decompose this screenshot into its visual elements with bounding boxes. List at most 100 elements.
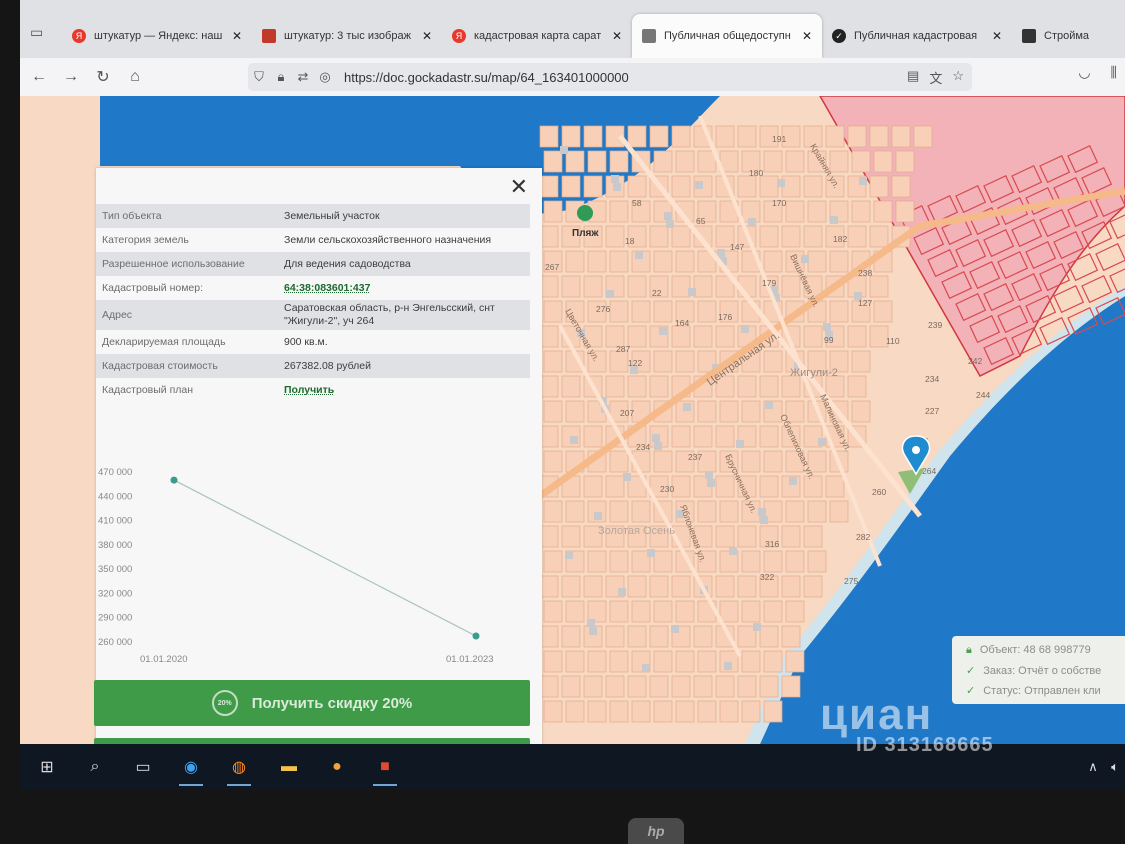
tab-3[interactable]: Я кадастровая карта сарат ✕ [442, 14, 632, 58]
tab-6[interactable]: Стройма [1012, 14, 1102, 58]
reload-icon[interactable]: ↻ [90, 64, 116, 90]
discount-button-label: Получить скидку 20% [251, 694, 413, 712]
building [717, 249, 725, 257]
task-view-icon[interactable]: ▭ [128, 752, 158, 782]
site-icon [1022, 29, 1036, 43]
tab-list-icon[interactable]: ▭ [30, 24, 48, 42]
attribute-value: Земли сельскохозяйственного назначения [284, 233, 492, 246]
land-parcel [609, 450, 629, 473]
location-icon[interactable]: ◎ [314, 69, 336, 85]
building [565, 551, 573, 559]
address-bar[interactable]: ⛉ 🔒︎ ⇄ ◎ https://doc.gockadastr.su/map/6… [248, 63, 972, 91]
land-parcel [803, 575, 823, 598]
y-tick-label: 470 000 [98, 467, 132, 478]
attribute-row: Кадастровая стоимость 267382.08 рублей [96, 354, 530, 378]
file-explorer-icon[interactable]: ▬ [274, 752, 304, 782]
tab-5[interactable]: ✓ Публичная кадастровая ✕ [822, 14, 1012, 58]
attribute-key: Адрес [102, 309, 133, 321]
land-parcel [807, 200, 827, 223]
close-tab-icon[interactable]: ✕ [612, 29, 622, 43]
pocket-icon[interactable]: ◡ [1078, 64, 1090, 81]
land-parcel [759, 475, 779, 498]
tab-4-active[interactable]: Публичная общедоступн ✕ [632, 14, 822, 58]
land-parcel [781, 225, 801, 248]
volume-icon[interactable]: 🔈︎ [1100, 752, 1125, 782]
land-parcel [913, 125, 933, 148]
land-parcel [693, 425, 713, 448]
powerpoint-icon[interactable]: ■ [370, 752, 400, 786]
land-parcel [583, 275, 603, 298]
land-parcel [759, 675, 779, 698]
land-parcel [543, 500, 563, 523]
plot-number: 276 [596, 304, 610, 314]
land-parcel [627, 575, 647, 598]
windows-start-icon[interactable]: ⊞ [32, 752, 62, 782]
close-tab-icon[interactable]: ✕ [232, 29, 242, 43]
bookmark-star-icon[interactable]: ☆ [952, 68, 964, 87]
shield-icon[interactable]: ⛉ [248, 69, 270, 85]
land-parcel [539, 225, 559, 248]
translate-icon[interactable]: 文 [929, 68, 942, 87]
forward-arrow-icon[interactable]: → [58, 64, 84, 90]
edge-browser-icon[interactable]: ◉ [176, 752, 206, 786]
close-tab-icon[interactable]: ✕ [992, 29, 1002, 43]
land-parcel [583, 575, 603, 598]
building [859, 177, 867, 185]
app-orange-icon[interactable]: ● [322, 752, 352, 782]
tab-1[interactable]: Я штукатур — Яндекс: наш ✕ [62, 14, 252, 58]
land-parcel [719, 400, 739, 423]
close-tab-icon[interactable]: ✕ [802, 29, 812, 43]
attribute-key: Разрешенное использование [102, 258, 245, 270]
land-parcel [847, 125, 867, 148]
land-parcel [807, 500, 827, 523]
back-arrow-icon[interactable]: ← [26, 64, 52, 90]
library-icon[interactable]: ⫼ [1111, 64, 1117, 81]
tab-2[interactable]: штукатур: 3 тыс изображ ✕ [252, 14, 442, 58]
url-text[interactable]: https://doc.gockadastr.su/map/64_1634010… [344, 70, 629, 85]
beach-poi-icon [577, 205, 593, 221]
get-discount-button[interactable]: 20% Получить скидку 20% [94, 680, 530, 726]
reader-view-icon[interactable]: ▤ [907, 68, 919, 87]
land-parcel [583, 675, 603, 698]
land-parcel [583, 125, 603, 148]
attribute-value: 267382.08 рублей [284, 359, 372, 372]
close-tab-icon[interactable]: ✕ [422, 29, 432, 43]
search-icon[interactable]: ⌕ [80, 752, 110, 782]
watermark-id: ID 313168665 [856, 734, 994, 756]
cadastral-number[interactable]: 64:38:083601:437 [276, 282, 530, 295]
plot-number: 264 [922, 466, 936, 476]
land-parcel [587, 700, 607, 723]
land-parcel [763, 700, 783, 723]
permissions-icon[interactable]: ⇄ [292, 69, 314, 85]
order-status: Статус: Отправлен кли [983, 685, 1101, 697]
land-parcel [609, 150, 629, 173]
attribute-key: Декларируемая площадь [102, 336, 226, 348]
land-parcel [561, 275, 581, 298]
land-parcel [561, 575, 581, 598]
building [729, 547, 737, 555]
land-parcel [829, 300, 849, 323]
land-parcel [649, 225, 669, 248]
building [765, 401, 773, 409]
land-parcel [565, 700, 585, 723]
land-parcel [803, 225, 823, 248]
land-parcel [763, 450, 783, 473]
close-icon[interactable]: ✕ [510, 174, 528, 200]
order-object: Объект: 48 68 998779 [979, 644, 1091, 656]
attribute-row: Разрешенное использование Для ведения сад… [96, 252, 530, 276]
land-parcel [697, 650, 717, 673]
plot-number: 316 [765, 539, 779, 549]
land-parcel [851, 350, 871, 373]
lock-icon[interactable]: 🔒︎ [270, 69, 292, 85]
land-parcel [807, 250, 827, 273]
browser-tab-strip: ▭ Я штукатур — Яндекс: наш ✕ штукатур: 3… [20, 0, 1125, 58]
firefox-icon[interactable]: ◍ [224, 752, 254, 786]
home-icon[interactable]: ⌂ [122, 64, 148, 90]
yandex-icon: Я [72, 29, 86, 43]
building [671, 625, 679, 633]
building [587, 619, 595, 627]
get-plan-link[interactable]: Получить [276, 384, 530, 397]
land-parcel [605, 675, 625, 698]
order-request: Заказ: Отчёт о собстве [983, 665, 1102, 677]
y-tick-label: 290 000 [98, 613, 132, 624]
